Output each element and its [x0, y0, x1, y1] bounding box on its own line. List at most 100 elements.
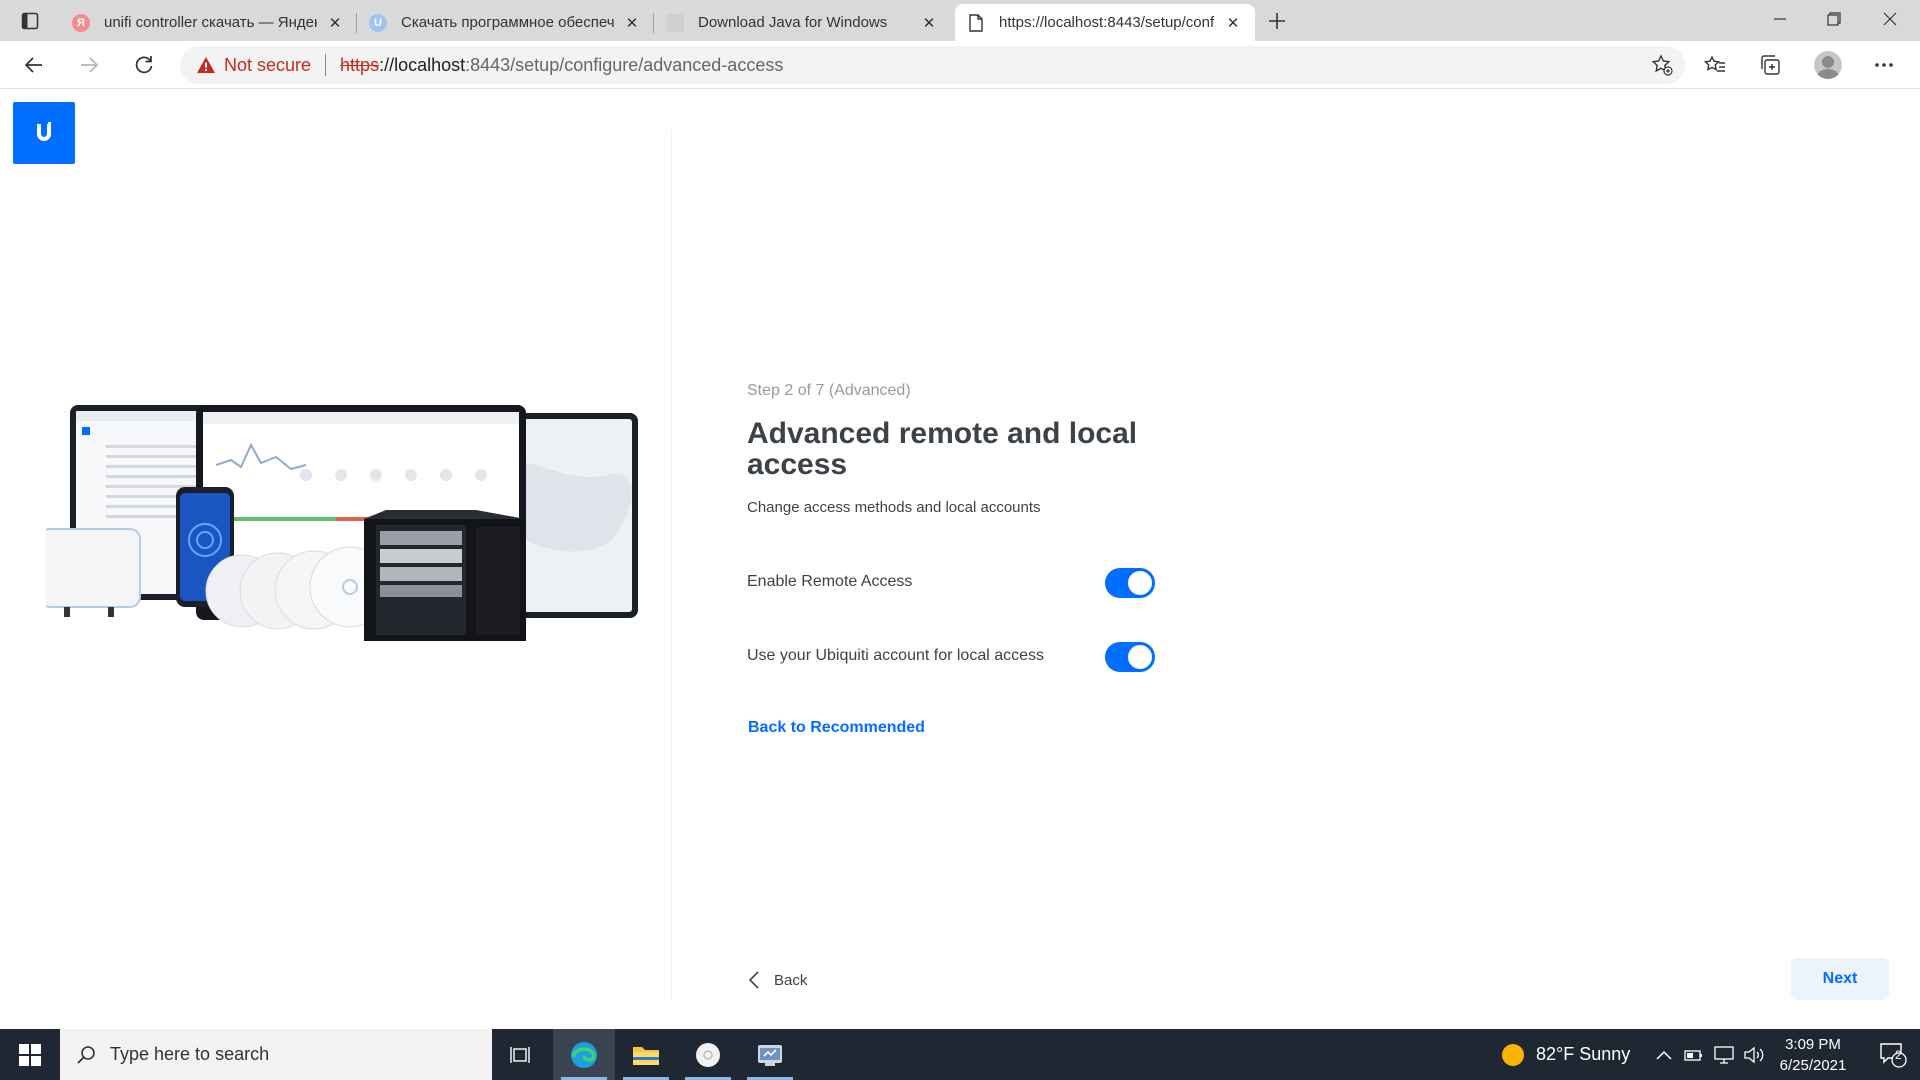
back-to-recommended-link[interactable]: Back to Recommended	[748, 719, 925, 737]
notification-count: 2	[1895, 1048, 1902, 1062]
action-center-button[interactable]: 2	[1866, 1029, 1920, 1080]
refresh-icon	[135, 56, 153, 74]
ubiquiti-logo	[13, 102, 75, 164]
page-icon	[967, 13, 985, 32]
browser-toolbar: Not secure https://localhost:8443/setup/…	[0, 41, 1920, 89]
tab-actions-icon	[21, 12, 39, 30]
tab-ubiquiti-downloads[interactable]: U Скачать программное обеспечение ✕	[357, 4, 654, 41]
url-text: https://localhost:8443/setup/configure/a…	[340, 55, 783, 76]
task-view-button[interactable]	[490, 1029, 552, 1080]
taskbar-edge[interactable]	[553, 1029, 615, 1080]
next-button[interactable]: Next	[1791, 958, 1889, 1000]
minimize-icon	[1774, 18, 1786, 20]
add-favorite-button[interactable]	[1651, 54, 1673, 76]
tab-localhost-setup[interactable]: https://localhost:8443/setup/configure/a…	[955, 4, 1255, 41]
weather-text: 82°F Sunny	[1536, 1044, 1631, 1064]
windows-logo-icon	[19, 1043, 41, 1066]
new-tab-button[interactable]	[1262, 6, 1292, 36]
taskbar-unifi-app[interactable]	[677, 1029, 739, 1080]
url-host: ://localhost	[379, 54, 466, 75]
folder-icon	[633, 1046, 659, 1065]
java-icon	[666, 13, 684, 32]
page-title: Advanced remote and local access	[747, 417, 1138, 481]
tab-title: Скачать программное обеспечение	[401, 14, 614, 31]
close-tab-icon[interactable]: ✕	[1223, 13, 1243, 33]
minimize-button[interactable]	[1752, 0, 1808, 38]
more-options-icon	[1875, 63, 1893, 67]
yandex-icon: Я	[72, 13, 90, 32]
page-subtitle: Change access methods and local accounts	[747, 499, 1041, 516]
notification-icon	[1880, 1042, 1907, 1068]
tray-volume[interactable]	[1739, 1029, 1769, 1080]
search-placeholder: Type here to search	[110, 1044, 270, 1064]
step-indicator: Step 2 of 7 (Advanced)	[747, 382, 911, 399]
ubiquiti-account-local-access-label: Use your Ubiquiti account for local acce…	[747, 647, 1045, 664]
taskbar-file-explorer[interactable]	[615, 1029, 677, 1080]
star-add-icon	[1651, 54, 1673, 76]
tab-title: Download Java for Windows	[698, 14, 888, 31]
taskbar-clock[interactable]: 3:09 PM 6/25/2021	[1768, 1034, 1858, 1076]
back-button-label: Back	[774, 971, 808, 989]
close-tab-icon[interactable]: ✕	[622, 13, 642, 33]
tab-title: unifi controller скачать — Яндекс	[104, 14, 317, 31]
tray-usb[interactable]	[1679, 1029, 1709, 1080]
clock-date: 6/25/2021	[1779, 1057, 1847, 1074]
show-hidden-icons-button[interactable]	[1649, 1029, 1679, 1080]
panel-divider	[671, 130, 672, 1000]
enable-remote-access-label: Enable Remote Access	[747, 573, 913, 590]
ubiquiti-icon: U	[369, 13, 387, 32]
tab-actions-button[interactable]	[10, 7, 50, 35]
arrow-left-icon	[24, 57, 42, 73]
back-button[interactable]: Back	[748, 971, 807, 989]
back-nav-button[interactable]	[16, 48, 52, 82]
unifi-app-icon	[696, 1042, 720, 1067]
clock-time: 3:09 PM	[1785, 1036, 1841, 1053]
restore-icon	[1827, 12, 1841, 26]
browser-tab-strip: Я unifi controller скачать — Яндекс ✕ U …	[0, 0, 1920, 41]
tab-title: https://localhost:8443/setup/configure/a…	[999, 14, 1215, 31]
collections-icon	[1761, 55, 1780, 75]
tab-java[interactable]: Download Java for Windows ✕	[654, 4, 951, 41]
refresh-button[interactable]	[126, 48, 162, 82]
sun-icon	[1502, 1043, 1524, 1066]
unifi-devices-illustration	[46, 405, 638, 641]
windows-taskbar: Type here to search 82°F Sunny 3:09 PM 6…	[0, 1029, 1920, 1080]
favorites-icon	[1704, 55, 1725, 72]
url-scheme: https	[340, 54, 380, 75]
tab-yandex[interactable]: Я unifi controller скачать — Яндекс ✕	[60, 4, 357, 41]
avatar	[1814, 51, 1842, 79]
enable-remote-access-toggle[interactable]	[1105, 568, 1155, 598]
start-button[interactable]	[0, 1029, 60, 1080]
weather-widget[interactable]: 82°F Sunny	[1502, 1029, 1630, 1080]
setup-page: Step 2 of 7 (Advanced) Advanced remote a…	[0, 90, 1920, 1029]
battery-icon	[1684, 1049, 1702, 1061]
network-icon	[1714, 1045, 1734, 1064]
close-icon	[1883, 12, 1897, 26]
forward-nav-button[interactable]	[71, 48, 107, 82]
security-indicator[interactable]: Not secure	[196, 55, 311, 76]
tray-network[interactable]	[1709, 1029, 1739, 1080]
settings-menu-button[interactable]	[1864, 48, 1904, 82]
ubiquiti-logo-icon	[37, 122, 51, 141]
close-window-button[interactable]	[1862, 0, 1918, 38]
address-bar[interactable]: Not secure https://localhost:8443/setup/…	[180, 46, 1685, 84]
chevron-up-icon	[1656, 1050, 1672, 1060]
restore-button[interactable]	[1806, 0, 1862, 38]
volume-icon	[1744, 1046, 1764, 1063]
arrow-right-icon	[81, 57, 99, 73]
url-path: :8443/setup/configure/advanced-access	[465, 54, 784, 75]
address-separator	[325, 54, 327, 76]
warning-icon	[197, 57, 215, 73]
toggle-knob	[1128, 645, 1152, 669]
search-icon	[77, 1045, 95, 1064]
close-tab-icon[interactable]: ✕	[325, 13, 345, 33]
task-view-icon	[510, 1046, 530, 1063]
taskbar-installer-app[interactable]	[739, 1029, 801, 1080]
taskbar-search-box[interactable]: Type here to search	[60, 1029, 492, 1080]
ubiquiti-account-local-access-toggle[interactable]	[1105, 642, 1155, 672]
not-secure-label: Not secure	[224, 54, 312, 75]
collections-button[interactable]	[1750, 48, 1790, 82]
close-tab-icon[interactable]: ✕	[919, 13, 939, 33]
profile-button[interactable]	[1808, 48, 1848, 82]
favorites-button[interactable]	[1695, 48, 1735, 82]
